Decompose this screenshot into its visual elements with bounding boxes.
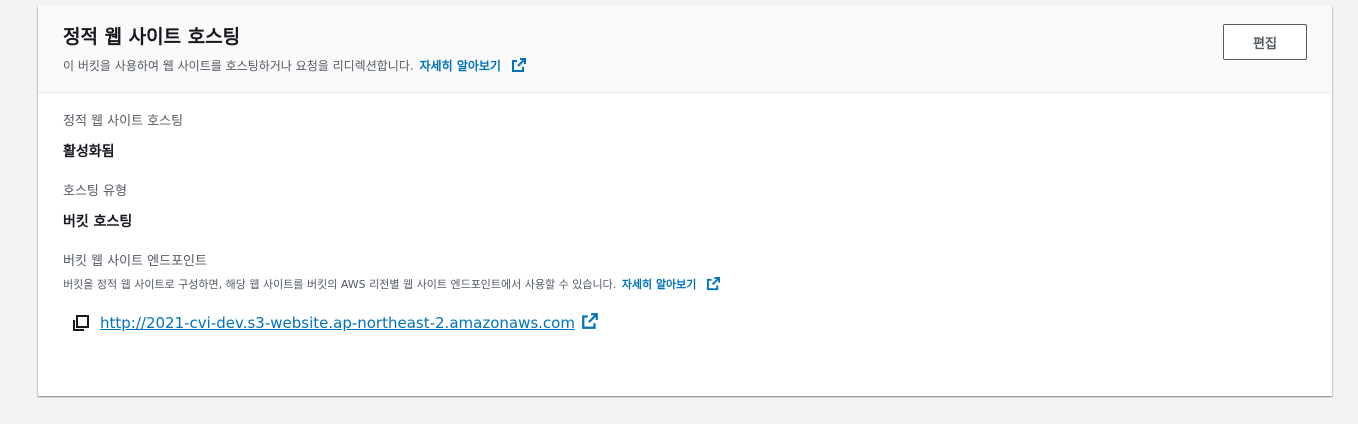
learn-more-label: 자세히 알아보기 (419, 59, 501, 73)
learn-more-link[interactable]: 자세히 알아보기 (419, 58, 528, 73)
static-website-hosting-panel: 정적 웹 사이트 호스팅 이 버킷을 사용하여 웹 사이트를 호스팅하거나 요청… (38, 6, 1332, 396)
endpoint-url-row: http://2021-cvi-dev.s3-website.ap-northe… (71, 312, 1307, 334)
panel-header: 정적 웹 사이트 호스팅 이 버킷을 사용하여 웹 사이트를 호스팅하거나 요청… (38, 6, 1332, 93)
hosting-type-label: 호스팅 유형 (63, 184, 127, 199)
endpoint-field: 버킷 웹 사이트 엔드포인트 버킷을 정적 웹 사이트로 구성하면, 해당 웹 … (63, 252, 1307, 334)
hosting-type-value: 버킷 호스팅 (63, 214, 133, 230)
copy-icon[interactable] (71, 313, 91, 333)
external-link-icon (706, 276, 721, 296)
panel-title: 정적 웹 사이트 호스팅 (63, 26, 241, 48)
hosting-status-field: 정적 웹 사이트 호스팅 활성화됨 (63, 112, 1307, 162)
external-link-icon (511, 57, 527, 77)
endpoint-label: 버킷 웹 사이트 엔드포인트 (63, 254, 207, 269)
hosting-status-label: 정적 웹 사이트 호스팅 (63, 114, 184, 129)
external-link-icon[interactable] (581, 312, 599, 334)
panel-body: 정적 웹 사이트 호스팅 활성화됨 호스팅 유형 버킷 호스팅 버킷 웹 사이트… (38, 93, 1332, 334)
hosting-status-value: 활성화됨 (63, 144, 115, 160)
panel-description-text: 이 버킷을 사용하여 웹 사이트를 호스팅하거나 요청을 리디렉션합니다. (63, 59, 414, 73)
endpoint-learn-more-link[interactable]: 자세히 알아보기 (621, 276, 722, 291)
panel-description: 이 버킷을 사용하여 웹 사이트를 호스팅하거나 요청을 리디렉션합니다. 자세… (63, 57, 1307, 77)
endpoint-description: 버킷을 정적 웹 사이트로 구성하면, 해당 웹 사이트를 버킷의 AWS 리전… (63, 276, 1307, 296)
endpoint-learn-more-label: 자세히 알아보기 (621, 278, 697, 291)
edit-button[interactable]: 편집 (1223, 24, 1307, 60)
endpoint-url-link[interactable]: http://2021-cvi-dev.s3-website.ap-northe… (100, 314, 575, 332)
hosting-type-field: 호스팅 유형 버킷 호스팅 (63, 182, 1307, 232)
endpoint-description-text: 버킷을 정적 웹 사이트로 구성하면, 해당 웹 사이트를 버킷의 AWS 리전… (63, 278, 617, 291)
